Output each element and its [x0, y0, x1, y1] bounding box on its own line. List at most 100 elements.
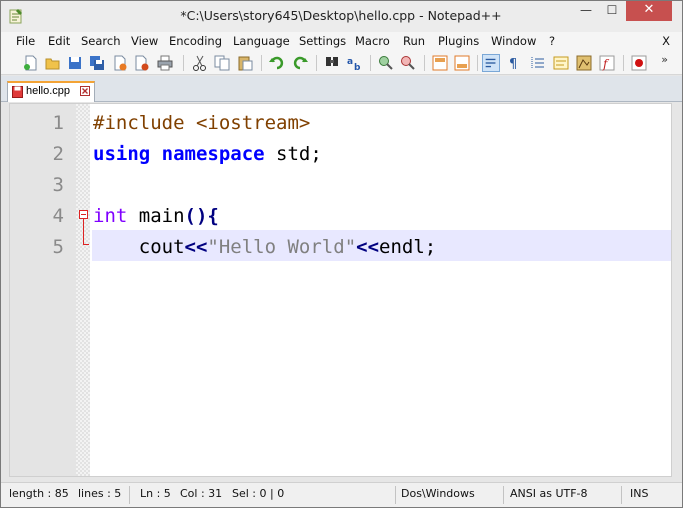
status-column: Col : 31: [180, 487, 223, 500]
menu-encoding[interactable]: Encoding: [169, 34, 222, 48]
fold-range-line: [83, 219, 84, 244]
menu-language[interactable]: Language: [233, 34, 290, 48]
tab-hello-cpp[interactable]: hello.cpp: [7, 81, 95, 102]
document-tab-bar: hello.cpp: [1, 76, 682, 102]
open-file-icon[interactable]: [44, 54, 62, 72]
function-list-icon[interactable]: f: [598, 54, 616, 72]
paste-icon[interactable]: [236, 54, 254, 72]
identifier-main: main: [127, 205, 185, 227]
menu-settings[interactable]: Settings: [299, 34, 346, 48]
status-insert-mode[interactable]: INS: [630, 487, 648, 500]
line-number: 4: [52, 205, 64, 227]
operator-shift-left: <<: [356, 236, 380, 258]
menu-view[interactable]: View: [131, 34, 158, 48]
menu-bar: File Edit Search View Encoding Language …: [1, 32, 682, 51]
indent-guide-icon[interactable]: [529, 54, 547, 72]
record-macro-icon[interactable]: [630, 54, 648, 72]
sync-horizontal-icon[interactable]: [453, 54, 471, 72]
line-number: 5: [52, 236, 64, 258]
status-encoding[interactable]: ANSI as UTF-8: [510, 487, 588, 500]
toolbar: ab ¶ f »: [1, 51, 682, 75]
print-icon[interactable]: [156, 54, 174, 72]
copy-icon[interactable]: [213, 54, 231, 72]
menu-plugins[interactable]: Plugins: [438, 34, 479, 48]
redo-icon[interactable]: [291, 54, 309, 72]
line-number-gutter: 1 2 3 4 5: [10, 104, 76, 476]
fold-collapse-icon[interactable]: [79, 210, 88, 219]
fold-range-end: [83, 244, 89, 245]
replace-icon[interactable]: ab: [346, 54, 364, 72]
window-title: *C:\Users\story645\Desktop\hello.cpp - N…: [180, 8, 502, 23]
svg-text:¶: ¶: [509, 57, 517, 72]
preprocessor-directive: #include <iostream>: [93, 112, 311, 134]
save-icon[interactable]: [66, 54, 84, 72]
toolbar-separator: [477, 55, 478, 71]
identifier-std: std;: [264, 143, 322, 165]
close-all-icon[interactable]: [133, 54, 151, 72]
type-int: int: [93, 205, 128, 227]
line-number: 3: [52, 174, 64, 196]
toolbar-separator: [316, 55, 317, 71]
code-editor[interactable]: 1 2 3 4 5 #include <iostream> using name…: [9, 103, 672, 477]
notepadpp-app-icon[interactable]: [9, 8, 23, 24]
word-wrap-icon[interactable]: [482, 54, 500, 72]
toolbar-separator: [424, 55, 425, 71]
minimize-button[interactable]: —: [573, 1, 599, 21]
status-selection: Sel : 0 | 0: [232, 487, 285, 500]
status-length: length : 85: [9, 487, 69, 500]
line-number: 2: [52, 143, 64, 165]
code-text-area[interactable]: #include <iostream> using namespace std;…: [90, 104, 671, 476]
tab-label: hello.cpp: [26, 85, 71, 97]
close-window-button[interactable]: ✕: [626, 1, 672, 21]
notepadpp-window: *C:\Users\story645\Desktop\hello.cpp - N…: [0, 0, 683, 508]
title-bar: *C:\Users\story645\Desktop\hello.cpp - N…: [1, 1, 682, 32]
status-separator: [503, 486, 504, 504]
find-icon[interactable]: [323, 54, 341, 72]
new-file-icon[interactable]: [22, 54, 40, 72]
close-icon[interactable]: [111, 54, 129, 72]
cut-icon[interactable]: [191, 54, 209, 72]
identifier-cout: cout: [138, 236, 185, 258]
sync-vertical-icon[interactable]: [431, 54, 449, 72]
status-separator: [621, 486, 622, 504]
string-literal: "Hello World": [207, 236, 357, 258]
save-all-icon[interactable]: [88, 54, 106, 72]
toolbar-separator: [183, 55, 184, 71]
status-lines: lines : 5: [78, 487, 122, 500]
user-language-icon[interactable]: [552, 54, 570, 72]
menu-help[interactable]: ?: [549, 34, 555, 48]
toolbar-separator: [370, 55, 371, 71]
close-document-button[interactable]: X: [662, 34, 670, 48]
zoom-out-icon[interactable]: [399, 54, 417, 72]
show-all-chars-icon[interactable]: ¶: [506, 54, 524, 72]
menu-edit[interactable]: Edit: [48, 34, 70, 48]
status-separator: [395, 486, 396, 504]
maximize-button[interactable]: ☐: [599, 1, 625, 21]
fold-margin[interactable]: [76, 104, 90, 476]
menu-window[interactable]: Window: [491, 34, 536, 48]
status-eol-format[interactable]: Dos\Windows: [401, 487, 475, 500]
tab-close-icon[interactable]: [80, 86, 90, 96]
zoom-in-icon[interactable]: [377, 54, 395, 72]
code-line-5: cout<<"Hello World"<<endl;: [93, 236, 436, 258]
undo-icon[interactable]: [268, 54, 286, 72]
code-line-2: using namespace std;: [93, 143, 322, 165]
menu-macro[interactable]: Macro: [355, 34, 390, 48]
toolbar-separator: [261, 55, 262, 71]
operator-parens: (): [184, 205, 208, 227]
line-number: 1: [52, 112, 64, 134]
doc-map-icon[interactable]: [575, 54, 593, 72]
unsaved-file-icon: [12, 86, 23, 98]
identifier-endl: endl;: [379, 236, 437, 258]
keyword-using: using: [93, 143, 151, 165]
menu-search[interactable]: Search: [81, 34, 121, 48]
menu-file[interactable]: File: [16, 34, 35, 48]
status-line-number: Ln : 5: [140, 487, 171, 500]
toolbar-overflow-chevron-icon[interactable]: »: [661, 53, 668, 66]
operator-brace: {: [207, 205, 219, 227]
code-line-4: int main(){: [93, 205, 219, 227]
toolbar-separator: [623, 55, 624, 71]
menu-run[interactable]: Run: [403, 34, 425, 48]
